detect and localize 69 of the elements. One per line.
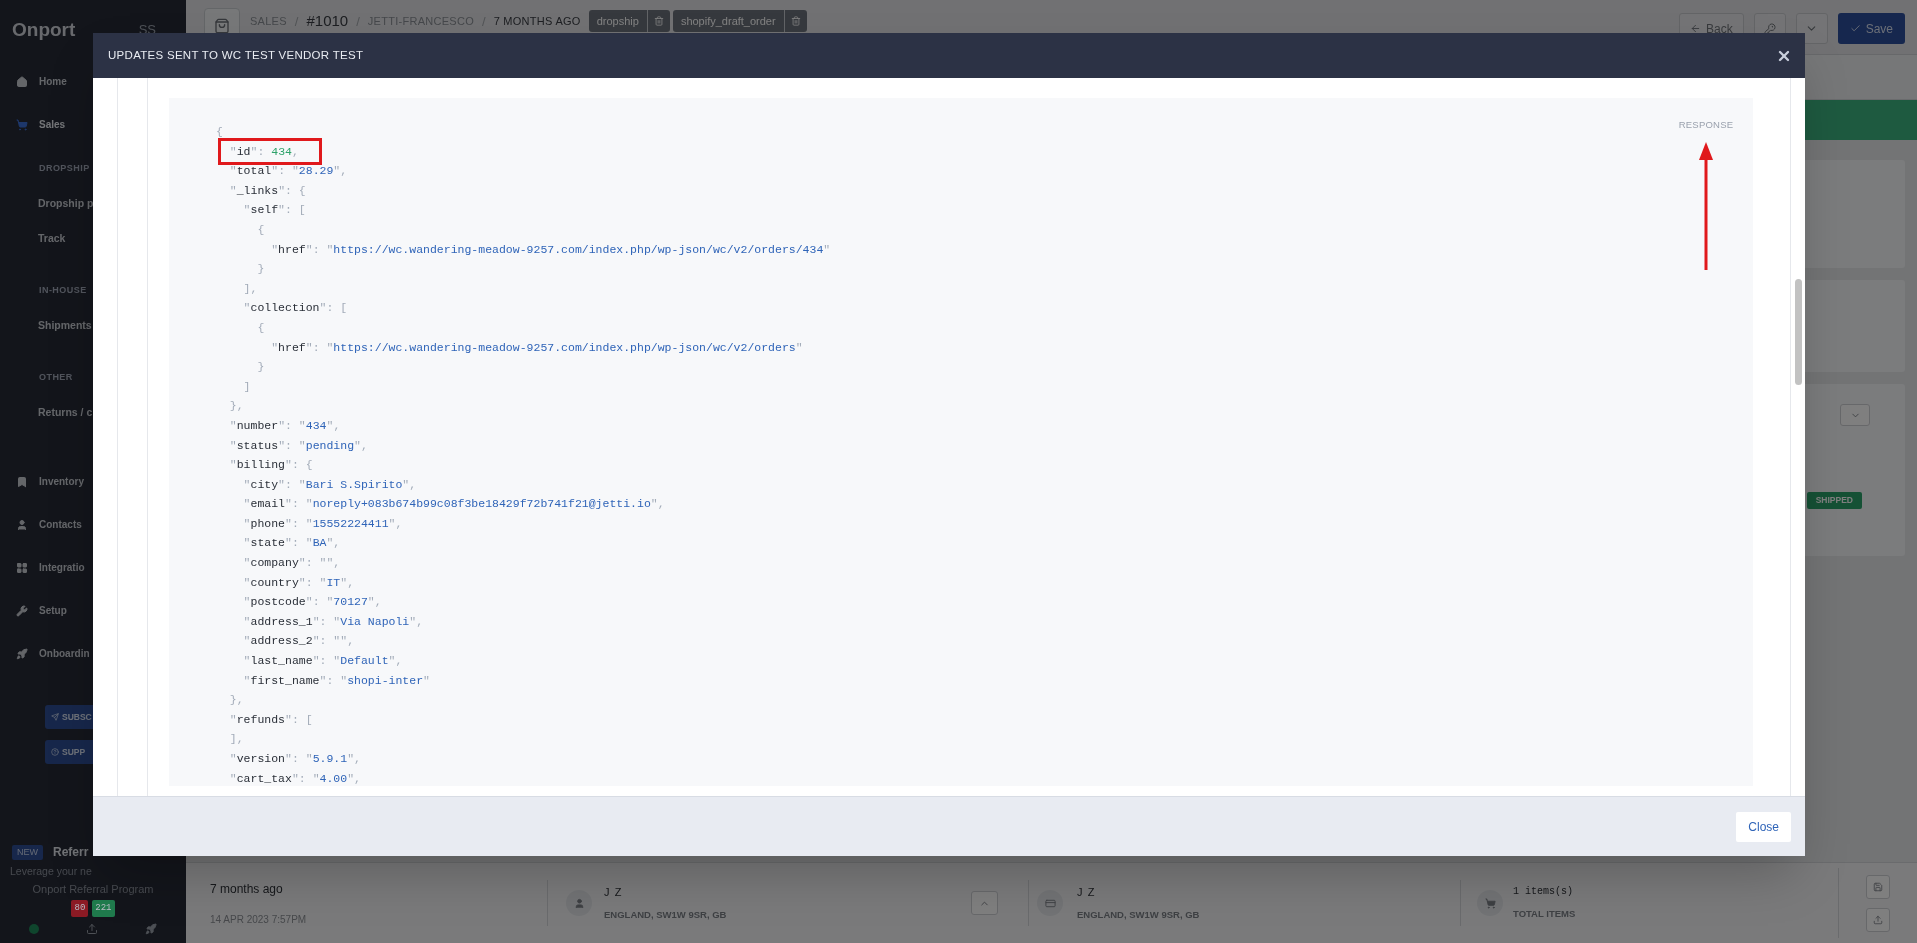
- customer-address: ENGLAND, SW1W 9SR, GB: [604, 908, 727, 923]
- section-label: OTHER: [38, 371, 74, 385]
- nav-item[interactable]: Sales: [0, 103, 186, 146]
- code-line: },: [229, 693, 244, 707]
- breadcrumb-separator: /: [356, 12, 360, 31]
- code-line: {: [216, 125, 223, 138]
- breadcrumb-separator: /: [294, 12, 299, 31]
- code-line: "country": "IT",: [243, 575, 355, 589]
- code-line: "status": "pending",: [229, 438, 368, 452]
- section-label: RESPONSE: [1678, 118, 1734, 132]
- referral-title: Referr: [53, 844, 89, 862]
- code-line: "company": "",: [243, 556, 341, 570]
- nav-item[interactable]: Setup: [0, 589, 186, 632]
- code-line: ]: [243, 379, 251, 393]
- nav-item[interactable]: Home: [0, 60, 186, 103]
- nav-item[interactable]: Onboardin: [0, 632, 186, 675]
- code-line: "version": "5.9.1",: [229, 752, 361, 765]
- breadcrumb: 7 MONTHS AGO: [493, 14, 581, 29]
- section-label: DROPSHIP: [38, 162, 91, 176]
- code-line: "postcode": "70127",: [243, 595, 382, 609]
- code-line: }: [257, 262, 265, 276]
- billing-address: ENGLAND, SW1W 9SR, GB: [1077, 908, 1200, 923]
- items-label: TOTAL ITEMS: [1513, 907, 1576, 922]
- breadcrumb-separator: /: [482, 12, 486, 31]
- close-button[interactable]: Close: [1736, 811, 1791, 842]
- nav-item[interactable]: Inventory: [0, 460, 186, 503]
- code-line: "state": "BA",: [243, 536, 341, 550]
- code-line: {: [257, 222, 265, 236]
- new-badge: NEW: [12, 844, 43, 860]
- created-relative: 7 months ago: [210, 880, 284, 898]
- logo: Onport: [12, 17, 76, 42]
- code-line: },: [229, 399, 244, 413]
- save-button[interactable]: Save: [1837, 13, 1905, 44]
- section-label: IN-HOUSE: [38, 284, 88, 298]
- status-badge: SHIPPED: [1806, 492, 1862, 509]
- code-line: "total": "28.29",: [229, 164, 348, 178]
- code-line: ],: [243, 281, 258, 295]
- code-line: "href": "https://wc.wandering-meadow-9257.com/index.php/wp-json/wc/v2/orders": [271, 340, 803, 354]
- billing-name: J Z: [1077, 884, 1097, 900]
- code-line: "first_name": "shopi-inter": [243, 673, 430, 687]
- modal-title: UPDATES SENT TO WC TEST VENDOR TEST: [108, 47, 364, 63]
- code-line: "address_1": "Via Napoli",: [243, 614, 424, 628]
- items-count: 1 items(s): [1513, 885, 1574, 900]
- code-line: "phone": "15552224411",: [243, 516, 403, 530]
- code-line: "last_name": "Default",: [243, 654, 403, 668]
- breadcrumb: #1010: [306, 11, 349, 31]
- code-line: {: [257, 320, 265, 334]
- code-line: "self": [: [243, 203, 306, 217]
- code-line: "billing": {: [229, 458, 313, 472]
- tag: shopify_draft_order: [672, 10, 807, 33]
- code-line: }: [257, 360, 265, 374]
- code-line: "number": "434",: [229, 418, 341, 432]
- tag: dropship: [588, 10, 670, 33]
- counter-badge: 80: [71, 899, 89, 917]
- code-line: "href": "https://wc.wandering-meadow-9257.com/index.php/wp-json/wc/v2/orders/434": [271, 242, 831, 256]
- code-line: "email": "noreply+083b674b99c08f3be18429f72b741f21@jetti.io",: [243, 497, 665, 511]
- customer-name: J Z: [604, 884, 624, 900]
- code-line: "cart_tax": "4.00",: [229, 771, 361, 785]
- counter-badge: 221: [92, 899, 115, 917]
- code-line: "_links": {: [229, 183, 306, 197]
- nav-item[interactable]: Contacts: [0, 503, 186, 546]
- code-line: "city": "Bari S.Spirito",: [243, 477, 417, 491]
- sidebar-button[interactable]: SUPP: [45, 740, 93, 764]
- sidebar-button[interactable]: SUBSC: [45, 705, 93, 729]
- code-line: "refunds": [: [229, 712, 313, 726]
- code-line: "collection": [: [243, 301, 348, 315]
- code-line: "address_2": "",: [243, 634, 355, 648]
- code-line: ],: [229, 732, 244, 746]
- nav-item[interactable]: Integratio: [0, 546, 186, 589]
